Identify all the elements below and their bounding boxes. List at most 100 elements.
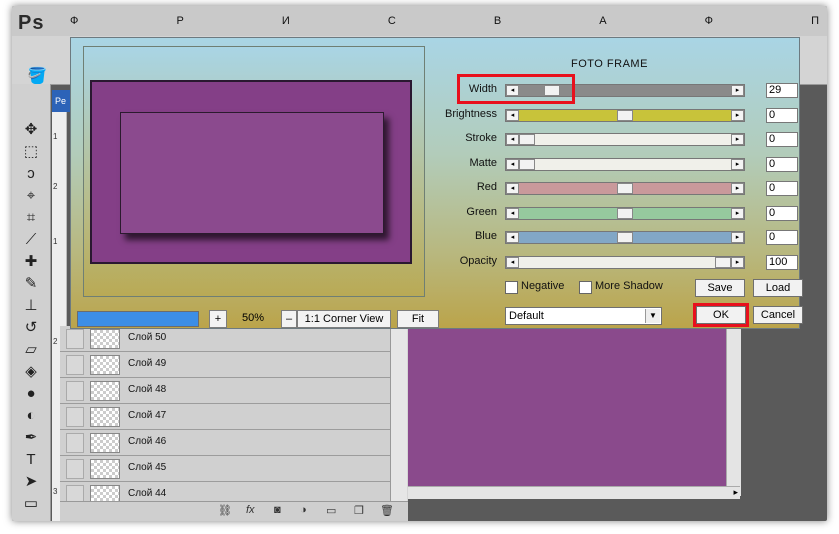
arrow-left-icon[interactable]: ◂ [506, 257, 519, 268]
more-shadow-checkbox[interactable] [579, 281, 592, 294]
type-tool-icon[interactable]: T [20, 450, 42, 470]
slider-thumb[interactable] [715, 257, 731, 268]
healing-brush-icon[interactable]: ✚ [20, 252, 42, 272]
stamp-tool-icon[interactable]: ⊥ [20, 296, 42, 316]
shape-tool-icon[interactable]: ▭ [20, 494, 42, 514]
arrow-right-icon[interactable]: ▸ [731, 183, 744, 194]
scroll-right-arrow-icon[interactable]: ▸ [733, 487, 738, 498]
arrow-left-icon[interactable]: ◂ [506, 134, 519, 145]
history-brush-icon[interactable]: ↺ [20, 318, 42, 338]
menu-item-layers[interactable]: С [388, 15, 396, 27]
negative-checkbox[interactable] [505, 281, 518, 294]
slider-thumb[interactable] [519, 134, 535, 145]
folder-icon[interactable]: ▭ [326, 504, 336, 517]
arrow-right-icon[interactable]: ▸ [731, 208, 744, 219]
value-field-matte[interactable]: 0 [766, 157, 798, 172]
visibility-toggle[interactable] [66, 459, 84, 479]
menu-item-select[interactable]: В [494, 15, 501, 27]
arrow-left-icon[interactable]: ◂ [506, 110, 519, 121]
arrow-right-icon[interactable]: ▸ [731, 85, 744, 96]
menu-item-image[interactable]: И [282, 15, 290, 27]
corner-view-button[interactable]: 1:1 Corner View [297, 310, 391, 328]
slider-thumb[interactable] [617, 208, 633, 219]
path-select-icon[interactable]: ➤ [20, 472, 42, 492]
visibility-toggle[interactable] [66, 407, 84, 427]
zoom-out-button[interactable]: – [281, 310, 297, 328]
arrow-left-icon[interactable]: ◂ [506, 232, 519, 243]
visibility-toggle[interactable] [66, 329, 84, 349]
slider-thumb[interactable] [617, 183, 633, 194]
arrow-right-icon[interactable]: ▸ [731, 134, 744, 145]
load-button[interactable]: Load [753, 279, 803, 297]
save-button[interactable]: Save [695, 279, 745, 297]
blur-tool-icon[interactable]: ● [20, 384, 42, 404]
value-field-opacity[interactable]: 100 [766, 255, 798, 270]
pen-tool-icon[interactable]: ✒ [20, 428, 42, 448]
arrow-right-icon[interactable]: ▸ [731, 232, 744, 243]
preset-select[interactable]: Default ▼ [505, 307, 662, 325]
slider-opacity[interactable]: ◂ ▸ [505, 256, 745, 269]
slider-thumb[interactable] [617, 110, 633, 121]
slider-red[interactable]: ◂ ▸ [505, 182, 745, 195]
slider-thumb[interactable] [519, 159, 535, 170]
brush-tool-icon[interactable]: ✎ [20, 274, 42, 294]
fit-button[interactable]: Fit [397, 310, 439, 328]
layer-row[interactable]: Слой 46 [60, 430, 390, 456]
eraser-icon[interactable]: ▱ [20, 340, 42, 360]
paint-bucket-tool-icon[interactable]: ◈ [20, 362, 42, 382]
arrow-right-icon[interactable]: ▸ [731, 257, 744, 268]
layer-row[interactable]: Слой 49 [60, 352, 390, 378]
value-field-stroke[interactable]: 0 [766, 132, 798, 147]
arrow-left-icon[interactable]: ◂ [506, 159, 519, 170]
menu-item-edit[interactable]: Р [176, 15, 183, 27]
crop-tool-icon[interactable]: ⌗ [20, 208, 42, 228]
dodge-tool-icon[interactable]: ◐ [20, 406, 42, 426]
value-field-red[interactable]: 0 [766, 181, 798, 196]
paint-bucket-icon[interactable]: 🪣 [27, 66, 47, 86]
layer-row[interactable]: Слой 45 [60, 456, 390, 482]
quick-select-icon[interactable]: ⌖ [20, 186, 42, 206]
move-tool-icon[interactable]: ✥ [20, 120, 42, 140]
zoom-in-button[interactable]: + [209, 310, 227, 328]
cancel-button[interactable]: Cancel [753, 306, 803, 324]
mask-icon[interactable]: ◙ [274, 504, 281, 516]
slider-green[interactable]: ◂ ▸ [505, 207, 745, 220]
visibility-toggle[interactable] [66, 381, 84, 401]
slider-brightness[interactable]: ◂ ▸ [505, 109, 745, 122]
slider-matte[interactable]: ◂ ▸ [505, 158, 745, 171]
value-field-brightness[interactable]: 0 [766, 108, 798, 123]
visibility-toggle[interactable] [66, 355, 84, 375]
layer-row[interactable]: Слой 48 [60, 378, 390, 404]
canvas-horizontal-scrollbar[interactable]: ▸ [408, 486, 740, 499]
menu-item-filter[interactable]: Ф [705, 15, 713, 27]
document-canvas[interactable] [408, 324, 726, 496]
slider-blue[interactable]: ◂ ▸ [505, 231, 745, 244]
lasso-tool-icon[interactable]: ↄ [20, 164, 42, 184]
chevron-down-icon[interactable]: ▼ [645, 309, 660, 323]
marquee-tool-icon[interactable]: ⬚ [20, 142, 42, 162]
layer-row[interactable]: Слой 47 [60, 404, 390, 430]
menu-item-analysis[interactable]: А [599, 15, 606, 27]
new-layer-icon[interactable]: ❐ [354, 504, 364, 517]
menu-item-file[interactable]: Ф [70, 15, 78, 27]
layer-row[interactable]: Слой 50 [60, 326, 390, 352]
slider-thumb[interactable] [617, 232, 633, 243]
arrow-right-icon[interactable]: ▸ [731, 110, 744, 121]
trash-icon[interactable]: 🗑 [380, 504, 394, 517]
canvas-vertical-scrollbar[interactable] [726, 324, 741, 496]
adjustment-icon[interactable]: ◑ [300, 504, 307, 516]
menu-item-view[interactable]: П [811, 15, 819, 27]
link-icon[interactable]: ⛓ [218, 504, 232, 517]
value-field-green[interactable]: 0 [766, 206, 798, 221]
arrow-left-icon[interactable]: ◂ [506, 183, 519, 194]
arrow-left-icon[interactable]: ◂ [506, 208, 519, 219]
ruler-mark: 2 [53, 337, 58, 346]
layers-scrollbar[interactable] [390, 326, 407, 501]
slider-stroke[interactable]: ◂ ▸ [505, 133, 745, 146]
value-field-blue[interactable]: 0 [766, 230, 798, 245]
fx-icon[interactable]: fx [246, 504, 255, 516]
arrow-right-icon[interactable]: ▸ [731, 159, 744, 170]
visibility-toggle[interactable] [66, 433, 84, 453]
eyedropper-icon[interactable]: ⟋ [20, 230, 42, 250]
value-field-width[interactable]: 29 [766, 83, 798, 98]
